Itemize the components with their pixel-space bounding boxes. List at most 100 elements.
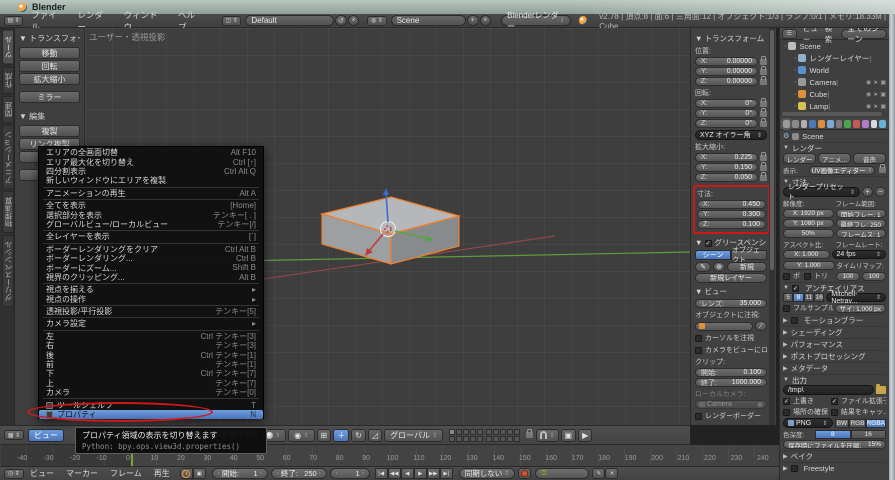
keying-set-field[interactable]: ⚿ [535,468,589,479]
selectable-arrow-icon[interactable]: ➤ [873,79,878,86]
rotation-field-Y:[interactable]: ‹Y:0°› [695,109,758,118]
outliner-row-Camera[interactable]: ◦Camera |◉➤▣ [780,76,889,88]
location-field-Y:[interactable]: ‹Y:0.00000› [695,67,758,76]
rotation-mode-select[interactable]: XYZ オイラー角⇕ [695,130,767,140]
outliner-row-Cube[interactable]: ◦Cube |◉➤▣ [780,88,889,100]
depth-16[interactable]: 16 [851,430,887,439]
physics-icon[interactable] [879,120,886,128]
resolution-x-field[interactable]: X: 1920 px [783,209,834,218]
render-opengl-button[interactable]: ▣ [561,429,577,442]
scene-icon[interactable] [801,120,808,128]
aa-sample-11[interactable]: 11 [804,293,814,302]
timeline-menu-再生[interactable]: 再生 [154,468,170,479]
layer-cell[interactable] [500,436,506,442]
location-field-Z:[interactable]: ‹Z:0.00000› [695,77,758,86]
inc-arrow[interactable]: › [760,202,762,208]
rotation-field-X:[interactable]: ‹X:0°› [695,99,758,108]
screen-layout-icon[interactable]: ◫ ⇕ [222,16,241,26]
translate-manipulator-button[interactable]: ＋ [333,429,349,442]
view-menu-button[interactable]: ビュー [28,429,64,442]
channel-BW[interactable]: BW [835,419,850,428]
output-path-field[interactable]: /tmp\ [783,385,874,395]
aa-sample-16[interactable]: 16 [814,293,824,302]
gp-new-layer-button[interactable]: 新規レイヤー [695,273,767,283]
output-panel-header[interactable]: ▼出力 [783,374,886,385]
lock-object-field[interactable] [695,322,753,331]
lock-icon[interactable] [760,69,767,75]
jump-end-button[interactable]: ▶| [440,468,453,479]
render-preset-select[interactable]: レンダープリセット⇕ [783,187,860,197]
full-sample-checkbox[interactable]: フルサンプル [783,303,833,313]
prev-keyframe-button[interactable]: ◀◀ [388,468,401,479]
layer-cell[interactable] [477,429,483,435]
layer-cell[interactable] [449,429,455,435]
shelf-tab-物理演算[interactable]: 物理演算 [2,191,14,233]
menu-item-視界のクリッピング...[interactable]: 視界のクリッピング...Alt B [39,273,263,282]
gp-new-button[interactable]: 新規 [727,262,767,272]
menu-item-全レイヤーを表示[interactable]: 全レイヤーを表示[`] [39,232,263,241]
timeline-editor-icon[interactable]: ◷ ⇕ [4,469,24,479]
shelf-tab-グリースペンシル[interactable]: グリースペンシル [2,235,14,307]
object-data-icon[interactable] [844,120,851,128]
extensions-checkbox[interactable]: ✓ファイル拡張子 [831,396,886,406]
outliner-search-menu[interactable]: 検索 [825,28,836,45]
mirror-button[interactable]: ミラー [19,91,80,103]
orientation-select[interactable]: グローバル ⇕ [384,429,443,442]
panel-header-ポストプロセッシング[interactable]: ▶ポストプロセッシング [783,350,886,362]
menu-item-カメラ設定[interactable]: カメラ設定▸ [39,319,263,328]
window-right-edge[interactable] [889,14,895,480]
renderable-camera-icon[interactable]: ▣ [880,103,886,110]
eyedropper-icon[interactable]: ∕ [755,321,767,331]
view3d-editor-icon[interactable]: ▦ ⇕ [4,430,24,440]
render-icon[interactable] [783,120,790,128]
resolution-pct-field[interactable]: 50% [783,229,834,238]
render-button[interactable]: レンダー [783,153,816,164]
scale-field-Y:[interactable]: ‹Y:0.150› [695,163,758,172]
menu-item-視点の操作[interactable]: 視点の操作▸ [39,294,263,303]
selectable-arrow-icon[interactable]: ➤ [873,103,878,110]
selectable-arrow-icon[interactable]: ➤ [873,91,878,98]
pivot-select[interactable]: ◉ ⇕ [288,429,314,442]
inc-arrow[interactable]: › [752,79,754,85]
preset-add-button[interactable]: + [862,187,873,197]
expand-dot-icon[interactable]: ◦ [794,91,796,98]
layer-cell[interactable] [514,429,520,435]
timeline-menu-ビュー[interactable]: ビュー [30,468,54,479]
lock-icon[interactable] [760,101,767,107]
layer-cell[interactable] [507,429,513,435]
particles-icon[interactable] [871,120,878,128]
outliner-row-レンダーレイヤー[interactable]: ◦レンダーレイヤー | [780,52,889,64]
layer-cell[interactable] [470,436,476,442]
scene-delete-button[interactable]: × [480,15,492,26]
layer-cell[interactable] [477,436,483,442]
editor-type-icon[interactable]: ▤ ⇕ [4,16,23,26]
aspect-y-field[interactable]: Y: 1.000 [783,261,835,270]
outliner-filter-select[interactable]: 全てのシーン [841,29,887,39]
renderable-camera-icon[interactable]: ▣ [880,91,886,98]
constraints-icon[interactable] [827,120,834,128]
lock-icon[interactable] [879,167,886,173]
frame-end-field[interactable]: ‹ 終了: 250 › [271,468,327,479]
layer-cell[interactable] [449,436,455,442]
layer-cell[interactable] [486,429,492,435]
layer-cell[interactable] [493,429,499,435]
expand-dot-icon[interactable]: ◦ [784,43,786,50]
aa-sample-8[interactable]: 8 [793,293,803,302]
dimension-field-X:[interactable]: ‹X:0.450› [697,200,766,209]
panel-header-メタデータ[interactable]: ▶メタデータ [783,362,886,374]
lock-icon[interactable] [760,111,767,117]
lock-icon[interactable] [760,165,767,171]
inc-arrow[interactable]: › [752,111,754,117]
aa-filter-select[interactable]: Mitchell-Netrav...⇕ [826,293,886,302]
gp-draw-tool-icon[interactable]: ✎ [695,262,711,272]
menu-item-透視投影/平行投影[interactable]: 透視投影/平行投影テンキー[5] [39,307,263,316]
layer-cell[interactable] [456,429,462,435]
filter-size-field[interactable]: サイ: 1.000 px [835,304,887,313]
cache-checkbox[interactable]: 結果をキャッ... [831,407,886,417]
scale-field-X:[interactable]: ‹X:0.225› [695,153,758,162]
record-button[interactable] [518,468,531,479]
lock-icon[interactable] [760,155,767,161]
clip-end-field[interactable]: ‹終了: 1000.000› [695,378,767,387]
visibility-eye-icon[interactable]: ◉ [866,79,871,86]
preset-remove-button[interactable]: − [875,187,886,197]
